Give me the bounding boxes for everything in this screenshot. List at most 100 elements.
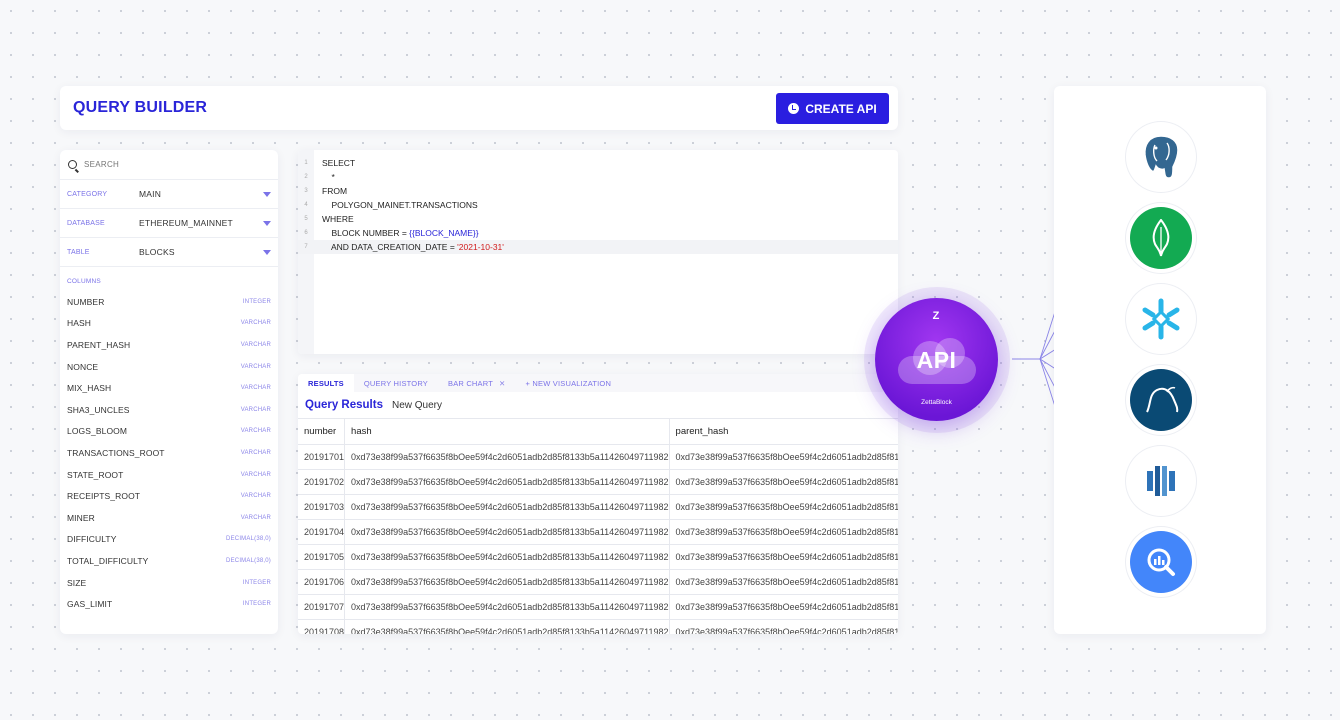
redshift-node[interactable] [1126,446,1196,516]
table-header-row: number hash parent_hash [298,419,898,445]
tab-query-history[interactable]: QUERY HISTORY [354,374,438,392]
code-lines: 1 SELECT 2 * 3 FROM 4 POLYGON_MAINET.TRANSACT… [298,156,898,254]
column-item[interactable]: RECEIPTS_ROOT VARCHAR [60,485,278,507]
filter-database-select[interactable]: DATABASE ETHEREUM_MAINNET [60,209,278,238]
bigquery-node[interactable] [1126,527,1196,597]
results-table: number hash parent_hash 20191701 0xd73e38f9… [298,419,898,634]
column-item[interactable]: TRANSACTIONS_ROOT VARCHAR [60,442,278,464]
table-cell: 20191707 [298,594,346,620]
table-cell: 0xd73e38f99a537f6635f8bOee59f4c2d6051adb… [669,444,898,470]
column-item[interactable]: MINER VARCHAR [60,507,278,529]
api-badge[interactable]: Z API ZettaBlock [875,298,998,421]
column-type: VARCHAR [240,406,271,413]
filter-value: BLOCKS [139,247,175,257]
code-token: * [322,172,335,182]
search-icon [68,160,77,169]
column-item[interactable]: DIFFICULTY DECIMAL(38,0) [60,529,278,551]
column-type: VARCHAR [240,514,271,521]
page-title: QUERY BUILDER [73,99,208,116]
column-type: VARCHAR [240,341,271,348]
column-name: HASH [67,318,92,329]
column-type: VARCHAR [240,385,271,392]
results-panel: RESULTS QUERY HISTORY BAR CHART ✕ + NEW VISU… [298,374,898,634]
search-input[interactable] [84,160,234,169]
column-item[interactable]: MIX_HASH VARCHAR [60,377,278,399]
table-cell: 0xd73e38f99a537f6635f8bOee59f4c2d6051adb… [344,469,670,495]
column-item[interactable]: SHA3_UNCLES VARCHAR [60,399,278,421]
column-item[interactable]: GAS_LIMIT INTEGER [60,593,278,615]
table-cell: 0xd73e38f99a537f6635f8bOee59f4c2d6051adb… [344,519,670,545]
column-name: NUMBER [67,296,105,307]
code-token: BLOCK NUMBER = [322,228,410,238]
column-name: STATE_ROOT [67,469,124,480]
postgresql-node[interactable] [1126,122,1196,192]
code-text: SELECT [314,158,355,168]
column-type: VARCHAR [240,428,271,435]
column-item[interactable]: PARENT_HASH VARCHAR [60,334,278,356]
line-number: 4 [304,202,308,208]
mongodb-node[interactable] [1126,203,1196,273]
code-string: '2021-10-31' [457,242,504,252]
table-cell: 0xd73e38f99a537f6635f8bOee59f4c2d6051adb… [669,544,898,570]
api-brand: ZettaBlock [921,399,952,406]
code-token: AND DATA_CREATION_DATE = [322,242,458,252]
code-text: BLOCK NUMBER = {{BLOCK_NAME}} [314,228,478,238]
tab-results[interactable]: RESULTS [298,374,354,392]
column-type: VARCHAR [240,449,271,456]
column-header: parent_hash [669,419,898,445]
table-cell: 20191705 [298,544,346,570]
table-row[interactable]: 20191705 0xd73e38f99a537f6635f8bOee59f4c2… [298,544,898,570]
close-icon[interactable]: ✕ [499,379,505,388]
schema-sidebar: CATEGORY MAIN DATABASE ETHEREUM_MAINNET TABL… [60,150,278,634]
sql-editor[interactable]: 1 SELECT 2 * 3 FROM 4 POLYGON_MAINET.TRANSACT… [298,150,898,354]
create-api-button[interactable]: CREATE API [776,93,889,124]
mysql-node[interactable] [1126,365,1196,435]
table-cell: 0xd73e38f99a537f6635f8bOee59f4c2d6051adb… [669,619,898,634]
table-row[interactable]: 20191708 0xd73e38f99a537f6635f8bOee59f4c2… [298,619,898,634]
code-line: 3 FROM [298,184,898,198]
column-type: DECIMAL(38,0) [226,536,271,543]
query-builder-header: QUERY BUILDER CREATE API [60,86,898,130]
column-item[interactable]: NUMBER INTEGER [60,291,278,313]
column-name: MINER [67,512,95,523]
table-row[interactable]: 20191706 0xd73e38f99a537f6635f8bOee59f4c2… [298,569,898,595]
filter-table-select[interactable]: TABLE BLOCKS [60,238,278,267]
column-type: VARCHAR [240,493,271,500]
column-name: TRANSACTIONS_ROOT [67,447,165,458]
filter-category-select[interactable]: CATEGORY MAIN [60,180,278,209]
table-cell: 0xd73e38f99a537f6635f8bOee59f4c2d6051adb… [344,444,670,470]
column-type: VARCHAR [240,363,271,370]
filters: CATEGORY MAIN DATABASE ETHEREUM_MAINNET TABL… [60,180,278,267]
column-header: number [298,419,346,445]
bigquery-icon [1130,531,1192,593]
results-header: Query Results New Query [298,392,898,419]
tab-label: QUERY HISTORY [363,378,429,388]
table-row[interactable]: 20191707 0xd73e38f99a537f6635f8bOee59f4c2… [298,594,898,620]
table-cell: 20191703 [298,494,346,520]
column-item[interactable]: SIZE INTEGER [60,572,278,594]
column-item[interactable]: HASH VARCHAR [60,313,278,335]
line-number: 1 [304,160,308,166]
table-row[interactable]: 20191702 0xd73e38f99a537f6635f8bOee59f4c2… [298,469,898,495]
column-item[interactable]: STATE_ROOT VARCHAR [60,464,278,486]
filter-label: CATEGORY [67,190,108,198]
tab-bar-chart[interactable]: BAR CHART ✕ [438,374,516,392]
tab-new-visualization[interactable]: + NEW VISUALIZATION [516,374,622,392]
column-name: LOGS_BLOOM [67,426,128,437]
column-item[interactable]: LOGS_BLOOM VARCHAR [60,421,278,443]
code-text: AND DATA_CREATION_DATE = '2021-10-31' [314,242,504,252]
table-cell: 20191708 [298,619,346,634]
snowflake-node[interactable] [1126,284,1196,354]
code-token: SELECT [322,158,356,168]
table-row[interactable]: 20191703 0xd73e38f99a537f6635f8bOee59f4c2… [298,494,898,520]
table-row[interactable]: 20191701 0xd73e38f99a537f6635f8bOee59f4c2… [298,444,898,470]
line-number: 7 [304,244,308,250]
code-line: 7 AND DATA_CREATION_DATE = '2021-10-31' [298,240,898,254]
table-row[interactable]: 20191704 0xd73e38f99a537f6635f8bOee59f4c2… [298,519,898,545]
column-item[interactable]: TOTAL_DIFFICULTY DECIMAL(38,0) [60,550,278,572]
column-item[interactable]: NONCE VARCHAR [60,356,278,378]
column-name: SIZE [67,577,87,588]
search-bar [60,150,278,180]
table-cell: 0xd73e38f99a537f6635f8bOee59f4c2d6051adb… [344,594,670,620]
column-header: hash [344,419,670,445]
